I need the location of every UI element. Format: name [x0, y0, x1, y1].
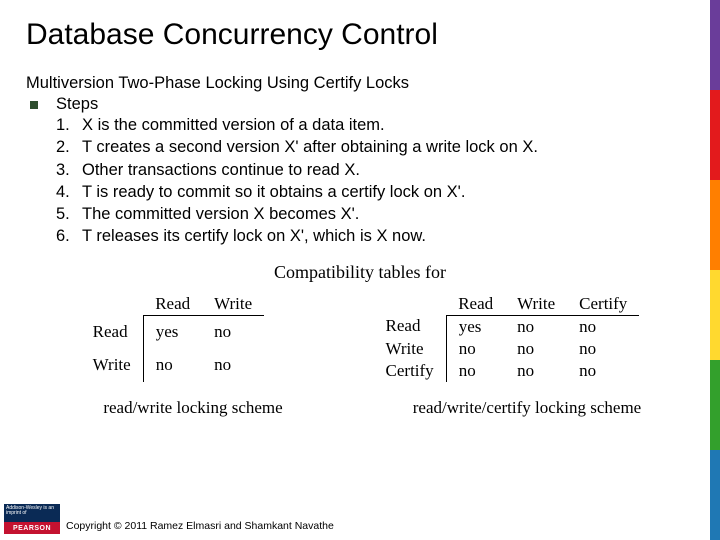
table-row: Write no no — [81, 349, 265, 382]
row-header: Certify — [374, 360, 447, 382]
stripe-segment — [710, 360, 720, 450]
publisher-badge: Addison-Wesley is an imprint of PEARSON — [4, 504, 60, 534]
step-text: Other transactions continue to read X. — [82, 159, 360, 181]
tables-container: Read Write Read yes no Write no no — [26, 293, 694, 382]
step-number: 4. — [56, 181, 82, 203]
step-text: The committed version X becomes X'. — [82, 203, 359, 225]
step-number: 3. — [56, 159, 82, 181]
bullet-label: Steps — [56, 95, 98, 114]
col-header: Certify — [567, 293, 639, 316]
step-text: T is ready to commit so it obtains a cer… — [82, 181, 465, 203]
col-header: Write — [505, 293, 567, 316]
badge-top-text: Addison-Wesley is an imprint of — [4, 504, 60, 522]
cell: no — [202, 349, 264, 382]
bullet-steps: Steps — [30, 95, 694, 114]
col-header: Read — [446, 293, 505, 316]
step-item: 1.X is the committed version of a data i… — [56, 114, 694, 136]
step-item: 6.T releases its certify lock on X', whi… — [56, 225, 694, 247]
row-header: Read — [81, 315, 144, 349]
stripe-segment — [710, 270, 720, 360]
cell: no — [446, 338, 505, 360]
decorative-stripe — [710, 0, 720, 540]
col-header: Read — [143, 293, 202, 316]
cell: no — [505, 360, 567, 382]
step-text: T releases its certify lock on X', which… — [82, 225, 426, 247]
step-item: 4.T is ready to commit so it obtains a c… — [56, 181, 694, 203]
compat-heading: Compatibility tables for — [26, 262, 694, 283]
steps-list: 1.X is the committed version of a data i… — [56, 114, 694, 248]
cell: no — [505, 338, 567, 360]
stripe-segment — [710, 450, 720, 540]
cell: no — [143, 349, 202, 382]
stripe-segment — [710, 0, 720, 90]
cell: no — [202, 315, 264, 349]
col-header: Write — [202, 293, 264, 316]
step-item: 5.The committed version X becomes X'. — [56, 203, 694, 225]
stripe-segment — [710, 180, 720, 270]
caption-rw: read/write locking scheme — [43, 398, 344, 418]
step-text: T creates a second version X' after obta… — [82, 136, 538, 158]
step-item: 3.Other transactions continue to read X. — [56, 159, 694, 181]
row-header: Read — [374, 315, 447, 338]
table-row: Certify no no no — [374, 360, 640, 382]
table-row: Read yes no — [81, 315, 265, 349]
cell: no — [567, 315, 639, 338]
copyright-footer: Copyright © 2011 Ramez Elmasri and Shamk… — [66, 520, 334, 532]
table-row: Write no no no — [374, 338, 640, 360]
step-number: 5. — [56, 203, 82, 225]
table-row: Read yes no no — [374, 315, 640, 338]
step-number: 1. — [56, 114, 82, 136]
row-header: Write — [81, 349, 144, 382]
section-subtitle: Multiversion Two-Phase Locking Using Cer… — [26, 74, 694, 93]
cell: no — [505, 315, 567, 338]
cell: no — [567, 338, 639, 360]
step-number: 2. — [56, 136, 82, 158]
stripe-segment — [710, 90, 720, 180]
caption-rwc: read/write/certify locking scheme — [377, 398, 678, 418]
cell: yes — [446, 315, 505, 338]
cell: no — [446, 360, 505, 382]
slide-title: Database Concurrency Control — [26, 18, 694, 52]
cell: yes — [143, 315, 202, 349]
cell: no — [567, 360, 639, 382]
table-captions: read/write locking scheme read/write/cer… — [26, 398, 694, 418]
step-item: 2.T creates a second version X' after ob… — [56, 136, 694, 158]
table-read-write-certify: Read Write Certify Read yes no no Write … — [374, 293, 640, 382]
slide: Database Concurrency Control Multiversio… — [0, 0, 720, 540]
step-number: 6. — [56, 225, 82, 247]
badge-bottom-text: PEARSON — [4, 522, 60, 534]
table-read-write: Read Write Read yes no Write no no — [81, 293, 265, 382]
step-text: X is the committed version of a data ite… — [82, 114, 385, 136]
bullet-icon — [30, 101, 38, 109]
row-header: Write — [374, 338, 447, 360]
